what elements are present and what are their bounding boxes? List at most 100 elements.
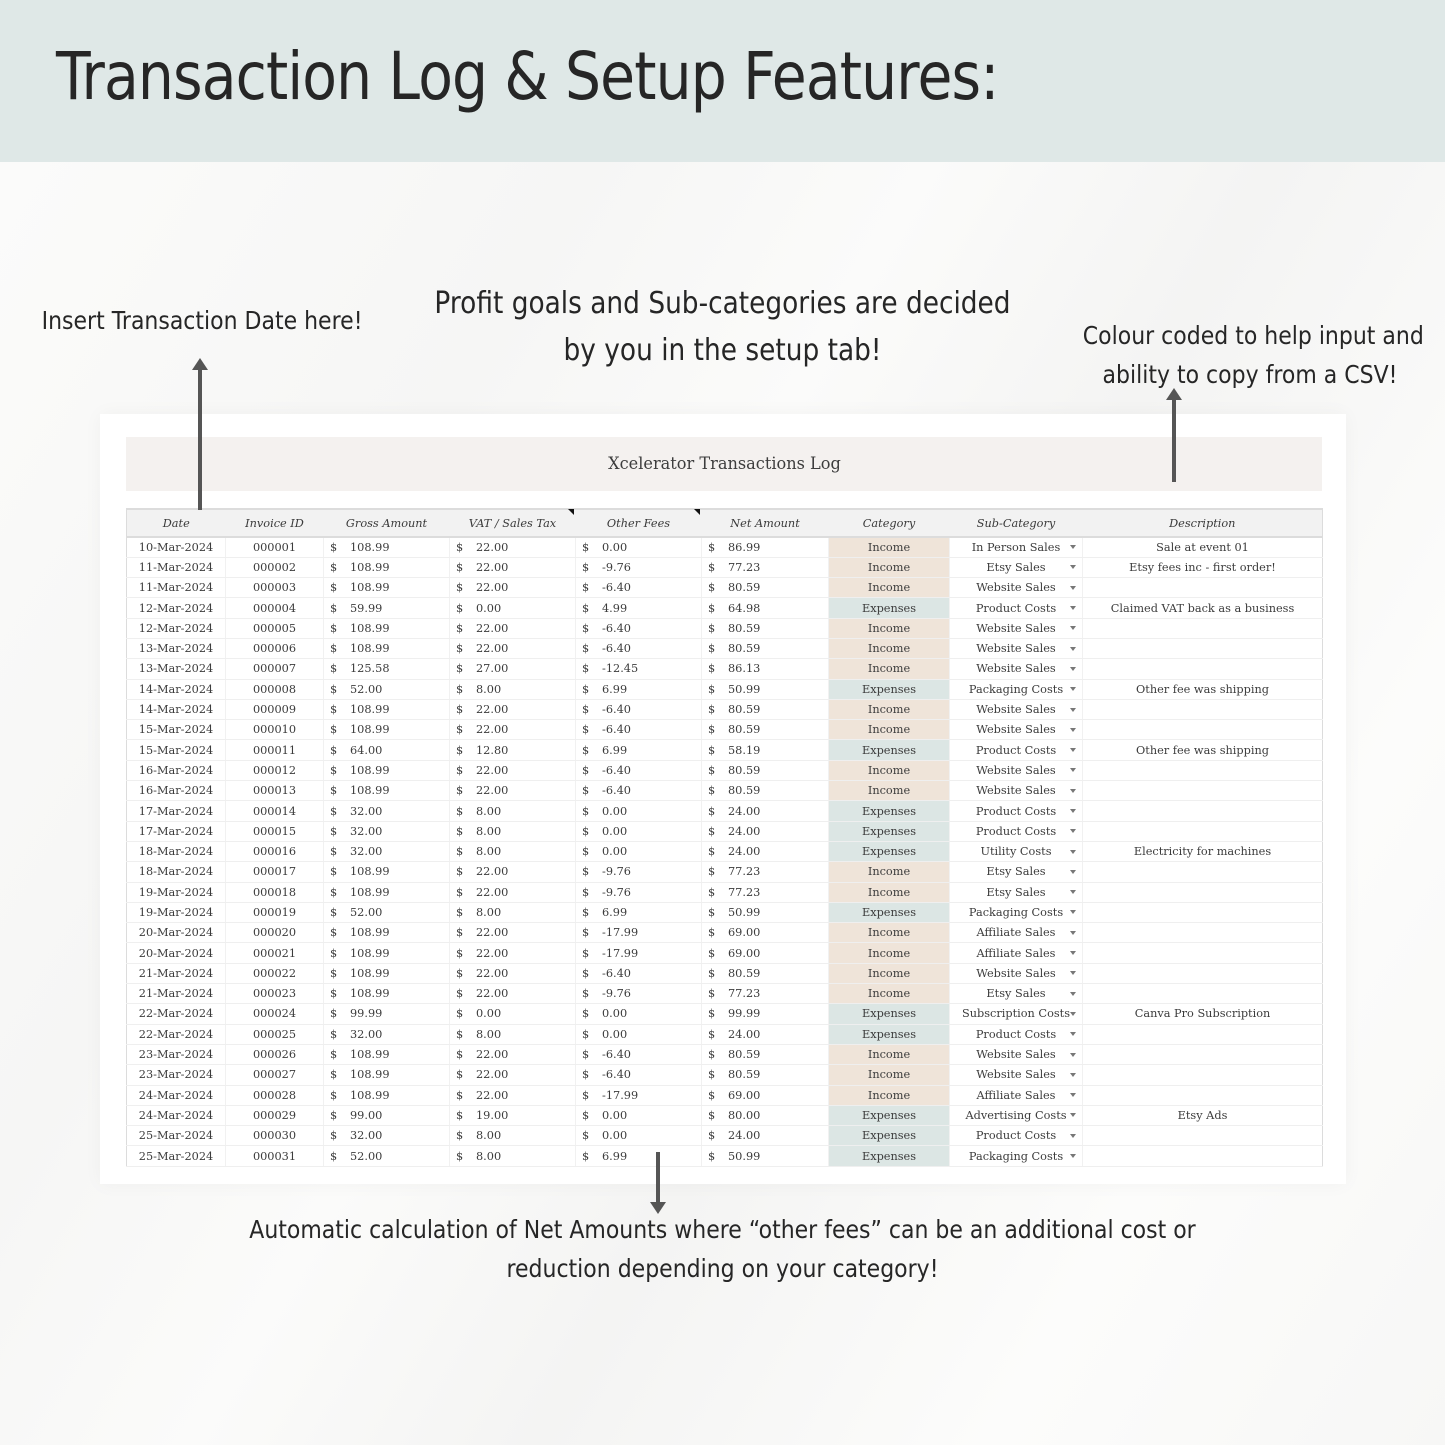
date-cell[interactable]: 19-Mar-2024 (126, 882, 226, 903)
invoice-id-cell[interactable]: 000027 (225, 1064, 324, 1086)
net-amount-cell[interactable]: $50.99 (701, 902, 829, 924)
date-cell[interactable]: 20-Mar-2024 (126, 922, 226, 944)
gross-amount-cell[interactable]: $99.99 (323, 1003, 450, 1025)
date-cell[interactable]: 23-Mar-2024 (126, 1064, 226, 1086)
category-cell[interactable]: Expenses (828, 1024, 950, 1045)
vat-cell[interactable]: $22.00 (449, 861, 576, 883)
sub-category-dropdown[interactable]: Website Sales (949, 780, 1083, 802)
gross-amount-cell[interactable]: $32.00 (323, 841, 450, 863)
net-amount-cell[interactable]: $80.59 (701, 780, 829, 802)
net-amount-cell[interactable]: $69.00 (701, 942, 829, 964)
vat-cell[interactable]: $8.00 (449, 1024, 576, 1045)
net-amount-cell[interactable]: $80.59 (701, 618, 829, 639)
invoice-id-cell[interactable]: 000005 (225, 618, 324, 639)
dropdown-arrow-icon[interactable] (1070, 1113, 1076, 1118)
vat-cell[interactable]: $8.00 (449, 1145, 576, 1167)
gross-amount-cell[interactable]: $108.99 (323, 537, 450, 558)
gross-amount-cell[interactable]: $108.99 (323, 1085, 450, 1106)
other-fees-cell[interactable]: $ -6.40 (575, 577, 702, 599)
sub-category-dropdown[interactable]: Packaging Costs (949, 1145, 1083, 1167)
date-cell[interactable]: 15-Mar-2024 (126, 739, 226, 761)
invoice-id-cell[interactable]: 000011 (225, 739, 324, 761)
other-fees-cell[interactable]: $ -17.99 (575, 942, 702, 964)
other-fees-cell[interactable]: $0.00 (575, 821, 702, 842)
vat-cell[interactable]: $22.00 (449, 557, 576, 579)
vat-cell[interactable]: $8.00 (449, 1125, 576, 1147)
net-amount-cell[interactable]: $50.99 (701, 1145, 829, 1167)
invoice-id-cell[interactable]: 000020 (225, 922, 324, 944)
net-amount-cell[interactable]: $80.59 (701, 577, 829, 599)
category-cell[interactable]: Income (828, 780, 950, 802)
vat-cell[interactable]: $22.00 (449, 942, 576, 964)
net-amount-cell[interactable]: $80.59 (701, 699, 829, 721)
net-amount-cell[interactable]: $80.59 (701, 963, 829, 985)
description-cell[interactable]: Claimed VAT back as a business (1082, 597, 1323, 619)
other-fees-cell[interactable]: $6.99 (575, 902, 702, 924)
date-cell[interactable]: 22-Mar-2024 (126, 1003, 226, 1025)
other-fees-cell[interactable]: $6.99 (575, 739, 702, 761)
description-cell[interactable] (1082, 1145, 1323, 1167)
vat-cell[interactable]: $22.00 (449, 699, 576, 721)
other-fees-cell[interactable]: $ -9.76 (575, 882, 702, 903)
gross-amount-cell[interactable]: $52.00 (323, 1145, 450, 1167)
description-cell[interactable] (1082, 922, 1323, 944)
column-header-sub-category[interactable]: Sub-Category (949, 508, 1083, 538)
vat-cell[interactable]: $22.00 (449, 638, 576, 660)
category-cell[interactable]: Income (828, 699, 950, 721)
other-fees-cell[interactable]: $0.00 (575, 1003, 702, 1025)
description-cell[interactable] (1082, 618, 1323, 639)
sub-category-dropdown[interactable]: Product Costs (949, 597, 1083, 619)
other-fees-cell[interactable]: $0.00 (575, 1125, 702, 1147)
gross-amount-cell[interactable]: $108.99 (323, 760, 450, 782)
category-cell[interactable]: Expenses (828, 841, 950, 863)
dropdown-arrow-icon[interactable] (1070, 809, 1076, 813)
description-cell[interactable] (1082, 658, 1323, 680)
category-cell[interactable]: Expenses (828, 800, 950, 822)
other-fees-cell[interactable]: $ -6.40 (575, 719, 702, 741)
gross-amount-cell[interactable]: $108.99 (323, 942, 450, 964)
gross-amount-cell[interactable]: $108.99 (323, 638, 450, 660)
sub-category-dropdown[interactable]: Etsy Sales (949, 882, 1083, 903)
invoice-id-cell[interactable]: 000028 (225, 1085, 324, 1106)
description-cell[interactable]: Other fee was shipping (1082, 739, 1323, 761)
other-fees-cell[interactable]: $0.00 (575, 841, 702, 863)
category-cell[interactable]: Expenses (828, 1125, 950, 1147)
column-header-category[interactable]: Category (828, 508, 950, 538)
other-fees-cell[interactable]: $6.99 (575, 679, 702, 700)
invoice-id-cell[interactable]: 000024 (225, 1003, 324, 1025)
date-cell[interactable]: 24-Mar-2024 (126, 1105, 226, 1127)
date-cell[interactable]: 16-Mar-2024 (126, 760, 226, 782)
description-cell[interactable] (1082, 942, 1323, 964)
dropdown-arrow-icon[interactable] (1070, 727, 1076, 732)
other-fees-cell[interactable]: $0.00 (575, 537, 702, 558)
dropdown-arrow-icon[interactable] (1070, 1032, 1076, 1037)
net-amount-cell[interactable]: $69.00 (701, 922, 829, 944)
invoice-id-cell[interactable]: 000001 (225, 537, 324, 558)
description-cell[interactable] (1082, 638, 1323, 660)
gross-amount-cell[interactable]: $32.00 (323, 1125, 450, 1147)
vat-cell[interactable]: $22.00 (449, 618, 576, 639)
other-fees-cell[interactable]: $ -6.40 (575, 638, 702, 660)
other-fees-cell[interactable]: $0.00 (575, 1105, 702, 1127)
invoice-id-cell[interactable]: 000002 (225, 557, 324, 579)
date-cell[interactable]: 19-Mar-2024 (126, 902, 226, 924)
description-cell[interactable] (1082, 699, 1323, 721)
dropdown-arrow-icon[interactable] (1070, 1133, 1076, 1138)
sub-category-dropdown[interactable]: Etsy Sales (949, 983, 1083, 1005)
description-cell[interactable]: Etsy fees inc - first order! (1082, 557, 1323, 579)
date-cell[interactable]: 22-Mar-2024 (126, 1024, 226, 1045)
gross-amount-cell[interactable]: $108.99 (323, 577, 450, 599)
gross-amount-cell[interactable]: $108.99 (323, 699, 450, 721)
date-cell[interactable]: 23-Mar-2024 (126, 1044, 226, 1066)
vat-cell[interactable]: $8.00 (449, 902, 576, 924)
description-cell[interactable] (1082, 760, 1323, 782)
invoice-id-cell[interactable]: 000004 (225, 597, 324, 619)
net-amount-cell[interactable]: $77.23 (701, 882, 829, 903)
dropdown-arrow-icon[interactable] (1070, 545, 1076, 550)
invoice-id-cell[interactable]: 000012 (225, 760, 324, 782)
description-cell[interactable] (1082, 861, 1323, 883)
net-amount-cell[interactable]: $80.00 (701, 1105, 829, 1127)
column-header-gross-amount[interactable]: Gross Amount (323, 508, 450, 538)
sub-category-dropdown[interactable]: Affiliate Sales (949, 1085, 1083, 1106)
description-cell[interactable] (1082, 577, 1323, 599)
